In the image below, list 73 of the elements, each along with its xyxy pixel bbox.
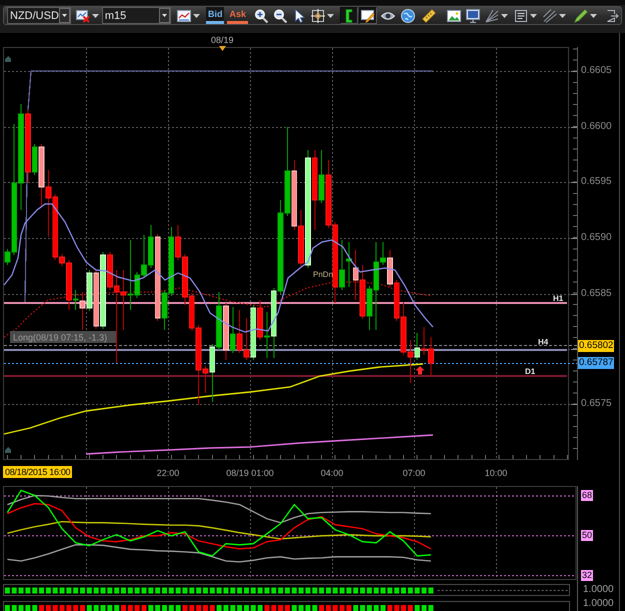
crosshair-button[interactable]	[309, 7, 336, 24]
caret-icon	[92, 14, 99, 18]
chart-type-button[interactable]	[174, 7, 202, 24]
strip-value-label: 1.0000	[583, 598, 614, 610]
caret-icon	[192, 14, 200, 18]
line-chart-icon	[176, 8, 191, 22]
axis-value-badge: 68	[581, 490, 594, 502]
price-badge: 0.65787	[578, 357, 614, 369]
price-label: 0.6585	[581, 288, 612, 300]
caret-icon	[501, 14, 508, 18]
ruler-icon	[422, 8, 436, 22]
axis-value-badge: 32	[581, 570, 594, 582]
time-label: 08/19 01:00	[226, 467, 274, 479]
level-label: H4	[538, 337, 548, 346]
up-arrow-icon	[416, 366, 424, 374]
pen-icon	[574, 8, 588, 22]
note-button[interactable]	[359, 7, 377, 24]
caret-icon	[530, 14, 537, 18]
dropdown-caret-icon	[158, 8, 170, 23]
globe-icon	[401, 8, 415, 22]
pattern-label: PnDn	[313, 270, 334, 279]
time-label: 07:00	[402, 467, 426, 479]
picture-button[interactable]	[445, 7, 463, 24]
trend-lines-button[interactable]	[541, 7, 568, 24]
caret-icon	[327, 14, 334, 18]
level-label: D1	[525, 367, 536, 376]
list-icon	[514, 8, 528, 22]
time-label: 22:00	[156, 467, 180, 479]
trade-label: Long(08/19 07:15, -1.3)	[10, 331, 116, 343]
time-label: 04:00	[320, 467, 344, 479]
fan-lines-icon	[485, 8, 499, 22]
chart-remove-icon	[76, 8, 90, 22]
fan-lines-button[interactable]	[483, 7, 510, 24]
house-icon	[5, 447, 11, 453]
strip-value-label: 1.0000	[583, 584, 614, 596]
triangle-marker-icon	[219, 46, 226, 51]
house-icon	[5, 56, 11, 62]
exit-icon	[605, 8, 619, 22]
price-label: 0.6590	[581, 232, 612, 244]
price-badge: 0.65802	[578, 340, 614, 352]
axis-value-badge: 50	[581, 530, 594, 542]
caret-icon	[590, 14, 597, 18]
level-label: H1	[553, 294, 564, 303]
pen-button[interactable]	[572, 7, 599, 24]
globe-button[interactable]	[399, 7, 417, 24]
dropdown-select[interactable]: NZD/USD	[7, 7, 71, 24]
pointer-icon	[292, 8, 306, 22]
picture-icon	[447, 8, 461, 22]
date-marker-label: 08/19	[211, 35, 234, 45]
remove-chart-button[interactable]	[74, 7, 101, 24]
monitor-icon	[466, 8, 480, 22]
time-label: 10:00	[484, 467, 508, 479]
price-label: 0.6600	[581, 121, 612, 133]
zoom-in-button[interactable]	[252, 7, 270, 24]
zoom-in-icon	[254, 8, 268, 22]
price-label: 0.6575	[581, 398, 612, 410]
note-icon	[361, 8, 375, 22]
cursor-time-badge: 08/18/2015 16:00	[3, 466, 72, 478]
price-side-tab[interactable]: Bid	[206, 7, 224, 24]
caret-icon	[559, 14, 566, 18]
ruler-button[interactable]	[420, 7, 438, 24]
price-label: 0.6595	[581, 176, 612, 188]
price-side-tab[interactable]: Ask	[227, 7, 248, 24]
zoom-out-icon	[273, 8, 287, 22]
crosshair-icon	[311, 8, 325, 22]
dropdown-caret-icon	[58, 8, 70, 23]
dropdown-select[interactable]: m15	[102, 7, 171, 24]
list-button[interactable]	[512, 7, 539, 24]
price-label: 0.6605	[581, 65, 612, 77]
trend-lines-icon	[543, 8, 557, 22]
monitor-button[interactable]	[464, 7, 482, 24]
bracket-button[interactable]	[340, 7, 358, 24]
zoom-out-button[interactable]	[271, 7, 289, 24]
